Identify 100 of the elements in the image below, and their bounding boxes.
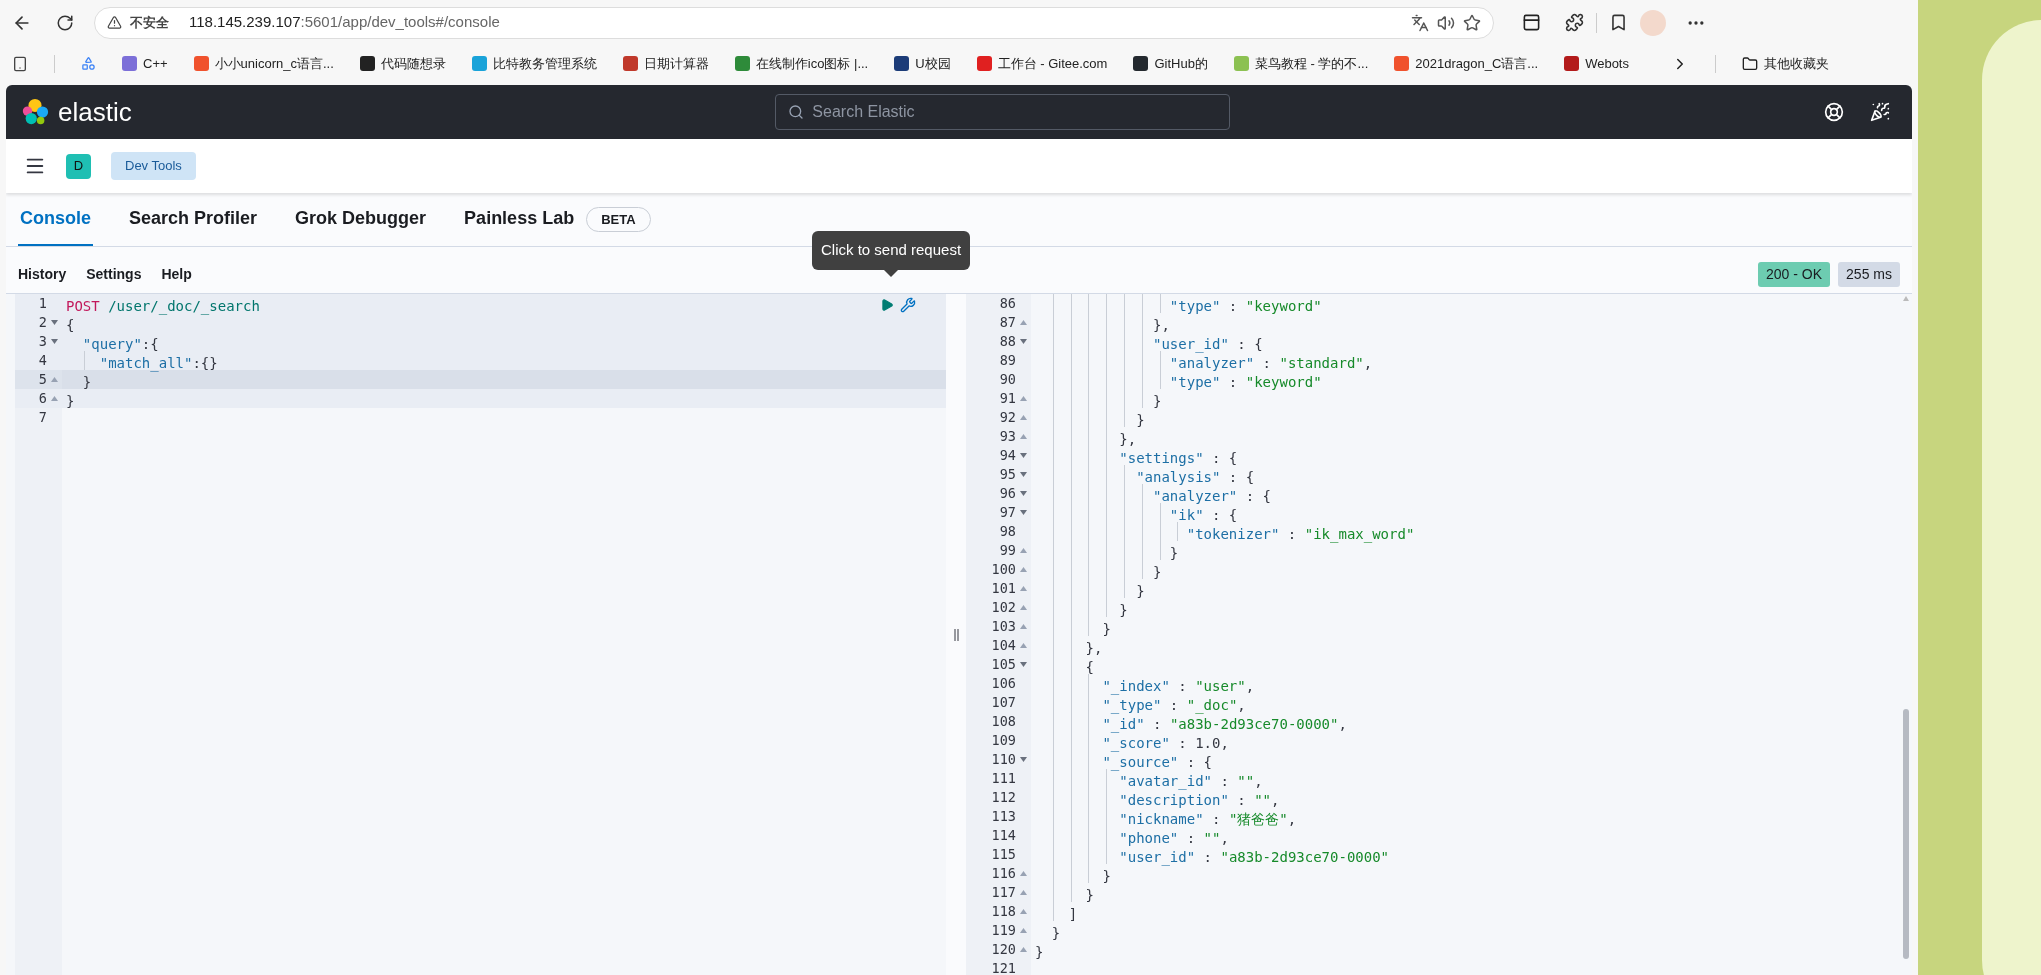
play-icon[interactable] — [880, 298, 894, 312]
fold-caret-icon[interactable] — [1019, 586, 1027, 591]
fold-caret-icon[interactable] — [1019, 472, 1027, 477]
fold-caret-icon[interactable] — [1019, 548, 1027, 553]
tab[interactable]: Console — [18, 193, 93, 246]
code-line: { — [1084, 659, 1094, 675]
fold-caret-icon[interactable] — [1019, 339, 1027, 344]
extensions-icon[interactable] — [1565, 13, 1584, 32]
bookmark-item[interactable]: 日期计算器 — [622, 53, 709, 74]
code-line: "match_all":{} — [98, 355, 218, 371]
fold-caret-icon[interactable] — [1019, 757, 1027, 762]
code-line: } — [66, 393, 75, 409]
tab[interactable]: Search Profiler — [127, 193, 260, 246]
code-line: "_source" : { — [1101, 754, 1212, 770]
tab-icon[interactable] — [12, 55, 28, 72]
line-number: 106 — [991, 674, 1016, 694]
collections-icon[interactable] — [1522, 13, 1541, 32]
code-line: "description" : "", — [1118, 792, 1280, 808]
bookmark-item[interactable]: 菜鸟教程 - 学的不... — [1233, 53, 1369, 74]
star-icon[interactable] — [1463, 13, 1481, 32]
bookmark-item[interactable]: 2021dragon_C语言... — [1394, 53, 1539, 74]
fold-caret-icon[interactable] — [1019, 415, 1027, 420]
fold-caret-icon[interactable] — [50, 320, 58, 325]
resize-handle-icon[interactable] — [953, 628, 959, 641]
code-line: "user_id" : "a83b-2d93ce70-0000" — [1118, 849, 1390, 865]
line-number: 88 — [999, 332, 1016, 352]
line-number: 98 — [999, 522, 1016, 542]
reload-icon[interactable] — [56, 13, 74, 32]
line-number: 115 — [991, 845, 1016, 865]
line-number: 97 — [999, 503, 1016, 523]
line-number: 103 — [991, 617, 1016, 637]
code-line: "analyzer" : { — [1152, 488, 1271, 504]
read-aloud-icon[interactable] — [1437, 13, 1455, 32]
code-line: } — [1101, 621, 1111, 637]
bookmark-icon[interactable] — [81, 56, 96, 71]
fold-caret-icon[interactable] — [1019, 947, 1027, 952]
line-number: 96 — [999, 484, 1016, 504]
duration-badge: 255 ms — [1838, 262, 1900, 287]
fold-caret-icon[interactable] — [1019, 567, 1027, 572]
breadcrumb[interactable]: Dev Tools — [111, 152, 196, 180]
fold-caret-icon[interactable] — [1019, 643, 1027, 648]
code-line: "avatar_id" : "", — [1118, 773, 1263, 789]
space-avatar[interactable]: D — [66, 153, 91, 179]
fold-caret-icon[interactable] — [1019, 396, 1027, 401]
fold-caret-icon[interactable] — [1019, 320, 1027, 325]
code-line: } — [1152, 564, 1162, 580]
bookmark-item[interactable]: C++ — [122, 53, 168, 74]
line-number: 114 — [991, 826, 1016, 846]
line-number: 93 — [999, 427, 1016, 447]
line-number: 101 — [991, 579, 1016, 599]
line-number: 87 — [999, 313, 1016, 333]
news-icon[interactable] — [1870, 102, 1890, 122]
fold-caret-icon[interactable] — [1019, 605, 1027, 610]
bookmark-item[interactable]: 代码随想录 — [359, 53, 446, 74]
tooltip-arrow — [884, 269, 899, 277]
bookmark-item[interactable]: 在线制作ico图标 |... — [734, 53, 869, 74]
fold-caret-icon[interactable] — [1019, 890, 1027, 895]
fold-caret-icon[interactable] — [1019, 491, 1027, 496]
fold-caret-icon[interactable] — [1019, 662, 1027, 667]
favorites-icon[interactable] — [1609, 13, 1628, 32]
fold-caret-icon[interactable] — [50, 339, 58, 344]
line-number: 90 — [999, 370, 1016, 390]
fold-caret-icon[interactable] — [50, 396, 58, 401]
fold-caret-icon[interactable] — [1019, 909, 1027, 914]
bookmark-item[interactable]: GitHub的 — [1133, 53, 1208, 74]
bookmark-item[interactable]: 比特教务管理系统 — [471, 53, 597, 74]
code-line: "_id" : "a83b-2d93ce70-0000", — [1101, 716, 1347, 732]
tab[interactable]: Painless Lab — [462, 193, 577, 246]
elastic-logo-icon — [20, 97, 50, 127]
fold-caret-icon[interactable] — [1019, 871, 1027, 876]
bookmark-item[interactable]: 工作台 - Gitee.com — [976, 53, 1108, 74]
line-number: 118 — [991, 902, 1016, 922]
folder-icon — [1742, 55, 1758, 72]
toolbar-link[interactable]: Help — [161, 264, 192, 285]
code-line: }, — [1084, 640, 1103, 656]
code-line: POST /user/_doc/_search — [66, 298, 260, 314]
bookmark-item[interactable]: Webots — [1564, 53, 1629, 74]
translate-icon[interactable] — [1411, 13, 1429, 32]
fold-caret-icon[interactable] — [1019, 928, 1027, 933]
bookmark-folder[interactable]: 其他收藏夹 — [1742, 53, 1829, 74]
toolbar-link[interactable]: Settings — [86, 264, 142, 285]
search-input[interactable]: Search Elastic — [812, 100, 1218, 124]
fold-caret-icon[interactable] — [1019, 510, 1027, 515]
line-number: 4 — [38, 351, 47, 371]
code-line: "_score" : 1.0, — [1101, 735, 1229, 751]
code-line: "type" : "keyword" — [1168, 374, 1322, 390]
tab[interactable]: Grok Debugger — [293, 193, 429, 246]
fold-caret-icon[interactable] — [1019, 434, 1027, 439]
code-line: } — [1135, 412, 1145, 428]
wrench-icon[interactable] — [900, 297, 916, 313]
bookmark-item[interactable]: U校园 — [894, 53, 951, 74]
address-field[interactable]: 不安全 118.145.239.107:5601/app/dev_tools#/console — [94, 6, 1494, 39]
toolbar-link[interactable]: History — [18, 264, 67, 285]
help-icon[interactable] — [1824, 102, 1844, 122]
search-bar[interactable]: Search Elastic — [775, 94, 1231, 130]
bookmark-item[interactable]: 小小unicorn_c语言... — [193, 53, 334, 74]
fold-caret-icon[interactable] — [1019, 453, 1027, 458]
fold-caret-icon[interactable] — [1019, 624, 1027, 629]
line-number: 7 — [38, 408, 47, 428]
scrollbar-thumb[interactable] — [1903, 709, 1909, 959]
